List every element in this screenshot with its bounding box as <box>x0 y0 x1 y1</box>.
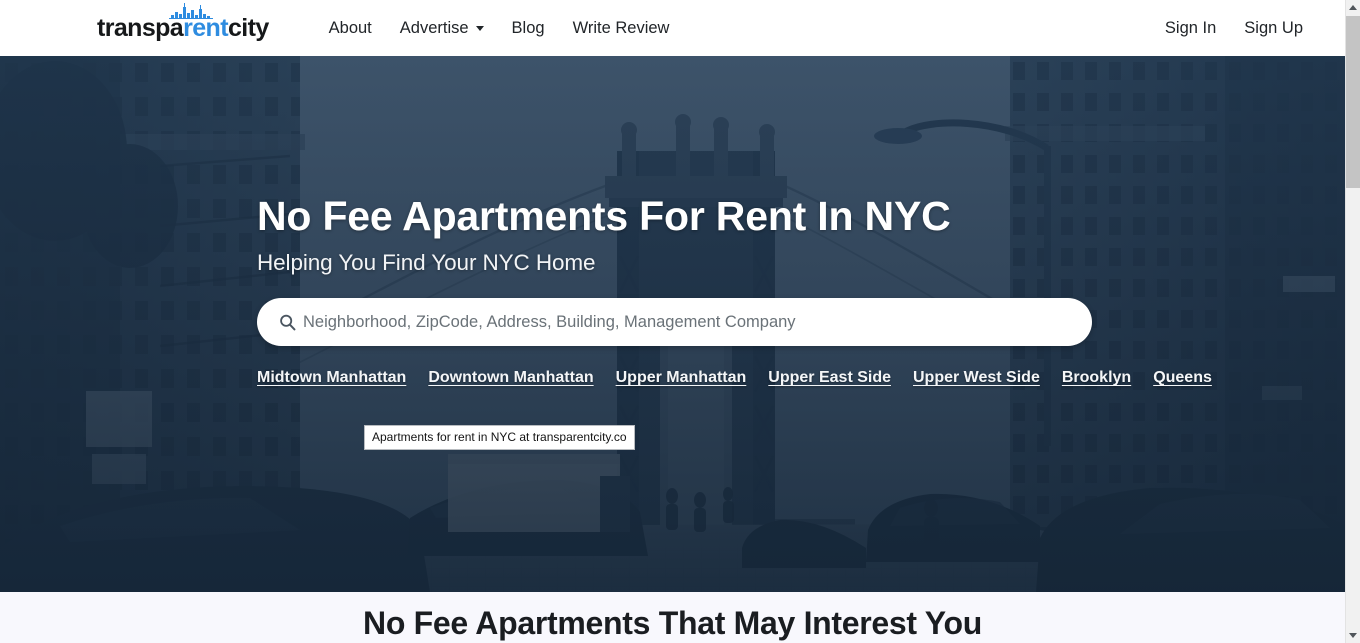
nav-item-write-review[interactable]: Write Review <box>559 12 684 45</box>
neighborhood-link-downtown-manhattan[interactable]: Downtown Manhattan <box>428 369 593 387</box>
neighborhood-link-upper-west-side[interactable]: Upper West Side <box>913 369 1040 387</box>
site-logo[interactable]: transparentcity <box>97 2 269 42</box>
top-navbar: transparentcity About Advertise Blog Wri… <box>0 0 1345 56</box>
sign-in-link[interactable]: Sign In <box>1151 12 1230 45</box>
chevron-down-icon <box>1349 633 1357 638</box>
neighborhood-link-brooklyn[interactable]: Brooklyn <box>1062 369 1131 387</box>
chevron-down-icon <box>475 25 484 31</box>
neighborhood-link-upper-east-side[interactable]: Upper East Side <box>768 369 891 387</box>
neighborhood-link-queens[interactable]: Queens <box>1153 369 1212 387</box>
neighborhood-link-midtown-manhattan[interactable]: Midtown Manhattan <box>257 369 406 387</box>
nav-item-advertise[interactable]: Advertise <box>386 12 498 45</box>
sign-in-label: Sign In <box>1164 18 1217 37</box>
interest-section: No Fee Apartments That May Interest You <box>0 592 1345 643</box>
hero-subtitle: Helping You Find Your NYC Home <box>257 250 596 276</box>
nav-item-blog[interactable]: Blog <box>498 12 559 45</box>
interest-section-title: No Fee Apartments That May Interest You <box>363 605 982 641</box>
search-bar[interactable] <box>257 298 1092 347</box>
navbar-auth-group: Sign In Sign Up <box>1151 12 1317 45</box>
browser-viewport: transparentcity About Advertise Blog Wri… <box>0 0 1360 643</box>
chevron-up-icon <box>1349 5 1357 10</box>
search-icon <box>280 314 296 331</box>
nav-item-write-review-label: Write Review <box>572 18 670 37</box>
neighborhood-links: Midtown Manhattan Downtown Manhattan Upp… <box>257 369 1345 387</box>
logo-text-post: city <box>227 13 269 42</box>
nav-item-about[interactable]: About <box>315 12 386 45</box>
scrollbar-thumb[interactable] <box>1346 16 1360 188</box>
nav-item-blog-label: Blog <box>511 18 545 37</box>
search-input[interactable] <box>303 312 1070 332</box>
scrollbar-down-button[interactable] <box>1346 628 1360 643</box>
page-content: transparentcity About Advertise Blog Wri… <box>0 0 1345 643</box>
scrollbar-up-button[interactable] <box>1346 0 1360 15</box>
nav-item-about-label: About <box>328 18 372 37</box>
city-skyline-icon <box>169 2 213 19</box>
hero-content: No Fee Apartments For Rent In NYC Helpin… <box>0 56 1345 387</box>
navbar-left-group: transparentcity About Advertise Blog Wri… <box>0 2 684 45</box>
hero-section: No Fee Apartments For Rent In NYC Helpin… <box>0 56 1345 592</box>
page-title: No Fee Apartments For Rent In NYC <box>257 193 951 239</box>
sign-up-label: Sign Up <box>1244 18 1303 37</box>
sign-up-link[interactable]: Sign Up <box>1230 12 1317 45</box>
navbar-menu: About Advertise Blog Write Review <box>315 12 684 45</box>
browser-status-tooltip: Apartments for rent in NYC at transparen… <box>364 425 635 450</box>
nav-item-advertise-label: Advertise <box>399 18 469 37</box>
neighborhood-link-upper-manhattan[interactable]: Upper Manhattan <box>616 369 747 387</box>
vertical-scrollbar[interactable] <box>1345 0 1360 643</box>
